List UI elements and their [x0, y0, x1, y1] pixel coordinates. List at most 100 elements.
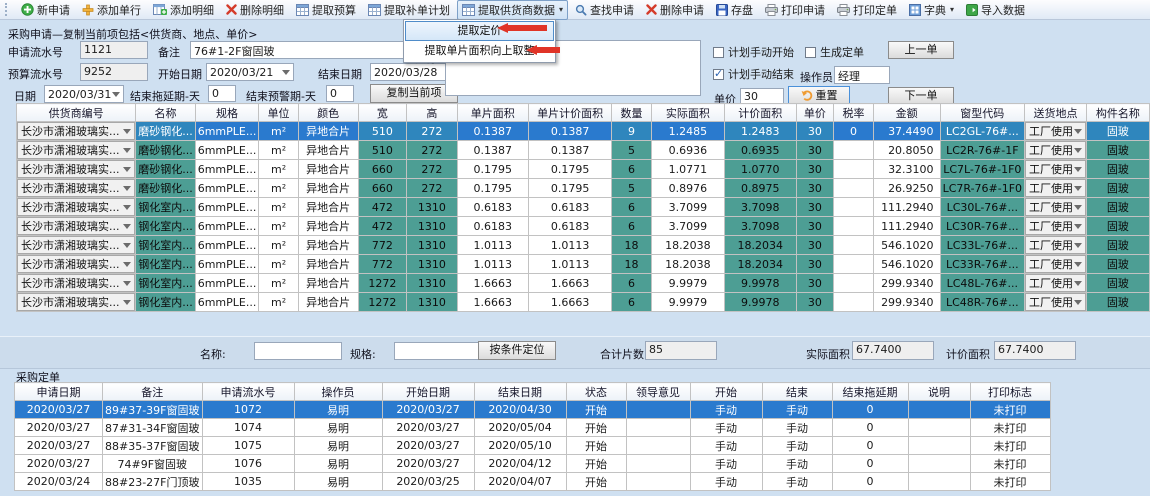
- delivery-location-combo[interactable]: 工厂使用: [1025, 179, 1086, 197]
- delivery-location-combo[interactable]: 工厂使用: [1025, 141, 1086, 159]
- dictionary-button[interactable]: 字典▾: [904, 0, 959, 20]
- column-header[interactable]: 税率: [834, 104, 873, 122]
- column-header[interactable]: 构件名称: [1086, 104, 1149, 122]
- add-single-row-button[interactable]: 添加单行: [77, 0, 146, 20]
- order-row[interactable]: 2020/03/2488#23-27F门顶玻1035易明2020/03/2520…: [15, 473, 1051, 491]
- column-header[interactable]: 打印标志: [970, 383, 1050, 401]
- supplier-combo[interactable]: 长沙市潇湘玻璃实...: [17, 160, 135, 178]
- filter-name-input[interactable]: [254, 342, 342, 360]
- checkbox-plan-manual-start[interactable]: 计划手动开始: [713, 45, 794, 59]
- delivery-location-combo[interactable]: 工厂使用: [1025, 236, 1086, 254]
- column-header[interactable]: 宽: [358, 104, 407, 122]
- column-header[interactable]: 开始: [690, 383, 762, 401]
- supplier-combo[interactable]: 长沙市潇湘玻璃实...: [17, 236, 135, 254]
- add-detail-button[interactable]: 添加明细: [148, 0, 219, 20]
- column-header[interactable]: 申请流水号: [202, 383, 294, 401]
- previous-order-button[interactable]: 上一单: [888, 41, 954, 59]
- supplier-combo[interactable]: 长沙市潇湘玻璃实...: [17, 179, 135, 197]
- table-cell: 6mmPLE...: [195, 198, 259, 217]
- order-row[interactable]: 2020/03/2788#35-37F窗固玻1075易明2020/03/2720…: [15, 437, 1051, 455]
- column-header[interactable]: 单片面积: [457, 104, 528, 122]
- detail-row[interactable]: 长沙市潇湘玻璃实...钢化室内...6mmPLE...m²异地合片1272131…: [17, 293, 1150, 312]
- supplier-combo[interactable]: 长沙市潇湘玻璃实...: [17, 217, 135, 235]
- detail-row[interactable]: 长沙市潇湘玻璃实...钢化室内...6mmPLE...m²异地合片7721310…: [17, 255, 1150, 274]
- new-application-button[interactable]: 新申请: [16, 0, 75, 20]
- detail-row[interactable]: 长沙市潇湘玻璃实...钢化室内...6mmPLE...m²异地合片4721310…: [17, 217, 1150, 236]
- delivery-location-combo[interactable]: 工厂使用: [1025, 122, 1086, 140]
- operator-input[interactable]: 经理: [834, 66, 890, 84]
- detail-row[interactable]: 长沙市潇湘玻璃实...钢化室内...6mmPLE...m²异地合片7721310…: [17, 236, 1150, 255]
- column-header[interactable]: 名称: [136, 104, 196, 122]
- table-cell: m²: [259, 217, 298, 236]
- column-header[interactable]: 状态: [566, 383, 626, 401]
- supplier-combo[interactable]: 长沙市潇湘玻璃实...: [17, 293, 135, 311]
- column-header[interactable]: 领导意见: [626, 383, 690, 401]
- total-pieces-field: 85: [645, 341, 717, 360]
- column-header[interactable]: 结束日期: [474, 383, 566, 401]
- column-header[interactable]: 说明: [908, 383, 970, 401]
- delivery-location-combo[interactable]: 工厂使用: [1025, 293, 1086, 311]
- warn-input[interactable]: 0: [326, 85, 354, 102]
- order-row[interactable]: 2020/03/2789#37-39F窗固玻1072易明2020/03/2720…: [15, 401, 1051, 419]
- delivery-location-combo[interactable]: 工厂使用: [1025, 255, 1086, 273]
- column-header[interactable]: 金额: [873, 104, 940, 122]
- column-header[interactable]: 单价: [796, 104, 834, 122]
- detail-row[interactable]: 长沙市潇湘玻璃实...磨砂钢化...6mmPLE...m²异地合片5102720…: [17, 141, 1150, 160]
- order-row[interactable]: 2020/03/2774#9F窗固玻1076易明2020/03/272020/0…: [15, 455, 1051, 473]
- delivery-location-combo[interactable]: 工厂使用: [1025, 274, 1086, 292]
- column-header[interactable]: 结束拖延期: [832, 383, 908, 401]
- delivery-location-combo[interactable]: 工厂使用: [1025, 198, 1086, 216]
- table-cell: 0.1387: [457, 122, 528, 141]
- start-date-combo[interactable]: 2020/03/21: [206, 63, 294, 81]
- column-header[interactable]: 备注: [103, 383, 203, 401]
- extract-budget-button[interactable]: 提取预算: [291, 0, 361, 20]
- delete-application-button[interactable]: 删除申请: [641, 0, 709, 20]
- column-header[interactable]: 单片计价面积: [528, 104, 611, 122]
- column-header[interactable]: 规格: [195, 104, 259, 122]
- delivery-location-combo[interactable]: 工厂使用: [1025, 160, 1086, 178]
- checkbox-plan-manual-end[interactable]: 计划手动结束: [713, 67, 794, 81]
- find-application-button[interactable]: 查找申请: [570, 0, 639, 20]
- import-data-button[interactable]: 导入数据: [961, 0, 1030, 20]
- column-header[interactable]: 开始日期: [382, 383, 474, 401]
- column-header[interactable]: 计价面积: [724, 104, 796, 122]
- remark-input[interactable]: 76#1-2F窗固玻: [190, 41, 430, 59]
- extract-supplement-plan-button[interactable]: 提取补单计划: [363, 0, 455, 20]
- extract-supplier-data-button[interactable]: 提取供货商数据▾: [457, 0, 568, 20]
- save-button[interactable]: 存盘: [711, 0, 758, 20]
- supplier-combo[interactable]: 长沙市潇湘玻璃实...: [17, 274, 135, 292]
- supplier-combo[interactable]: 长沙市潇湘玻璃实...: [17, 255, 135, 273]
- detail-row[interactable]: 长沙市潇湘玻璃实...钢化室内...6mmPLE...m²异地合片4721310…: [17, 198, 1150, 217]
- delete-detail-button[interactable]: 删除明细: [221, 0, 289, 20]
- column-header[interactable]: 实际面积: [651, 104, 724, 122]
- table-cell: m²: [259, 274, 298, 293]
- detail-row[interactable]: 长沙市潇湘玻璃实...磨砂钢化...6mmPLE...m²异地合片5102720…: [17, 122, 1150, 141]
- print-application-button[interactable]: 打印申请: [760, 0, 830, 20]
- supplier-combo[interactable]: 长沙市潇湘玻璃实...: [17, 122, 135, 140]
- supplier-combo[interactable]: 长沙市潇湘玻璃实...: [17, 198, 135, 216]
- detail-row[interactable]: 长沙市潇湘玻璃实...钢化室内...6mmPLE...m²异地合片1272131…: [17, 274, 1150, 293]
- order-row[interactable]: 2020/03/2787#31-34F窗固玻1074易明2020/03/2720…: [15, 419, 1051, 437]
- column-header[interactable]: 颜色: [298, 104, 358, 122]
- print-order-button[interactable]: 打印定单: [832, 0, 902, 20]
- filter-spec-input[interactable]: [394, 342, 482, 360]
- delivery-location-combo[interactable]: 工厂使用: [1025, 217, 1086, 235]
- column-header[interactable]: 数量: [612, 104, 651, 122]
- column-header[interactable]: 高: [407, 104, 457, 122]
- column-header[interactable]: 操作员: [294, 383, 382, 401]
- table-cell: 88#23-27F门顶玻: [103, 473, 203, 491]
- checkbox-generate-order[interactable]: 生成定单: [805, 45, 864, 59]
- column-header[interactable]: 结束: [762, 383, 832, 401]
- column-header[interactable]: 申请日期: [15, 383, 103, 401]
- column-header[interactable]: 送货地点: [1025, 104, 1087, 122]
- detail-row[interactable]: 长沙市潇湘玻璃实...磨砂钢化...6mmPLE...m²异地合片6602720…: [17, 160, 1150, 179]
- detail-row[interactable]: 长沙市潇湘玻璃实...磨砂钢化...6mmPLE...m²异地合片6602720…: [17, 179, 1150, 198]
- date-combo[interactable]: 2020/03/31: [44, 85, 124, 103]
- column-header[interactable]: 窗型代码: [940, 104, 1024, 122]
- table-cell: 2020/03/27: [15, 401, 103, 419]
- column-header[interactable]: 供货商编号: [17, 104, 136, 122]
- locate-by-condition-button[interactable]: 按条件定位: [478, 341, 556, 360]
- column-header[interactable]: 单位: [259, 104, 298, 122]
- delay-input[interactable]: 0: [208, 85, 236, 102]
- supplier-combo[interactable]: 长沙市潇湘玻璃实...: [17, 141, 135, 159]
